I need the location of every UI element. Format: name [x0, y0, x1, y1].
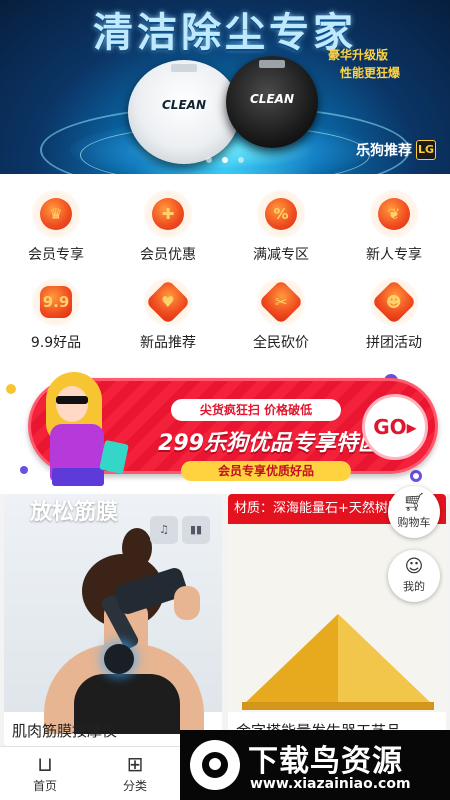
- category-label: 新人专享: [366, 247, 422, 263]
- category-label: 满减专区: [253, 247, 309, 263]
- category-grid-icon: ⊞: [126, 752, 144, 776]
- promo-small-text: 尖货疯狂扫 价格破低: [171, 399, 341, 421]
- home-bag-icon: ⊔: [37, 752, 53, 776]
- group-people-icon: ☻: [370, 278, 418, 326]
- tab-category[interactable]: ⊞ 分类: [100, 751, 170, 794]
- tab-home[interactable]: ⊔ 首页: [10, 751, 80, 794]
- category-label: 9.9好品: [30, 335, 82, 351]
- watermark: 下载鸟资源 www.xiazainiao.com: [180, 730, 450, 800]
- bargain-tag-icon: ✂: [257, 278, 305, 326]
- robot-label-white: CLEAN: [162, 98, 206, 112]
- category-item-7[interactable]: ✂ 全民砍价: [225, 270, 337, 356]
- promo-woman-illustration: [30, 372, 130, 490]
- sound-wave-icon: ♫: [150, 516, 178, 544]
- watermark-text: 下载鸟资源: [248, 744, 403, 779]
- category-label: 全民砍价: [253, 335, 309, 351]
- tab-category-label: 分类: [122, 779, 147, 793]
- banner-subtitle-1: 豪华升级版: [327, 48, 388, 62]
- cart-button[interactable]: 🛒︎ 购物车: [388, 486, 440, 538]
- banner-brand: 乐狗推荐 LG: [356, 140, 436, 160]
- gift-icon: ✚: [144, 190, 192, 238]
- brand-logo: LG: [416, 140, 436, 160]
- category-item-6[interactable]: ♥ 新品推荐: [112, 270, 224, 356]
- category-item-8[interactable]: ☻ 拼团活动: [338, 270, 450, 356]
- banner-dot-1[interactable]: [206, 157, 212, 163]
- tab-home-label: 首页: [32, 779, 57, 793]
- category-label: 会员专享: [28, 247, 84, 263]
- robot-label-black: CLEAN: [250, 92, 294, 106]
- promo-section: 尖货疯狂扫 价格破低 299乐狗优品专享特区 会员专享优质好品 GO▸: [0, 366, 450, 494]
- robot-vacuum-black-image: CLEAN: [226, 56, 318, 148]
- category-item-4[interactable]: ❦ 新人专享: [338, 182, 450, 268]
- banner-dot-2[interactable]: [222, 157, 228, 163]
- category-label: 拼团活动: [366, 335, 422, 351]
- promo-main-text: 299乐狗优品专享特区: [158, 431, 380, 456]
- price-99-icon: 9.9: [32, 278, 80, 326]
- profile-button[interactable]: ☺ 我的: [388, 550, 440, 602]
- hero-banner[interactable]: 清洁除尘专家 豪华升级版 性能更狂爆 CLEAN CLEAN 乐狗推荐 LG: [0, 0, 450, 174]
- watermark-logo: [190, 740, 240, 790]
- category-grid: ♛ 会员专享 ✚ 会员优惠% 满减专区 ❦ 新人专享 9.9 9.9好品 ♥ 新品推荐 ✂ 全民砍价 ☻ 拼…: [0, 174, 450, 366]
- category-label: 新品推荐: [140, 335, 196, 351]
- category-label: 会员优惠: [140, 247, 196, 263]
- category-item-5[interactable]: 9.9 9.9好品: [0, 270, 112, 356]
- product-card[interactable]: 放松筋膜 ♫ ▮▮ 肌肉筋膜按摩仪: [4, 494, 222, 746]
- profile-label: 我的: [403, 580, 425, 593]
- category-item-1[interactable]: ♛ 会员专享: [0, 182, 112, 268]
- banner-subtitle-2: 性能更狂爆: [339, 66, 400, 80]
- cart-icon: 🛒︎: [402, 492, 426, 513]
- banner-dot-3[interactable]: [238, 157, 244, 163]
- discount-tag-icon: %: [257, 190, 305, 238]
- cart-label: 购物车: [397, 516, 431, 529]
- user-icon: ☺: [404, 556, 424, 577]
- product-name: 肌肉筋膜按摩仪: [12, 722, 118, 740]
- category-item-3[interactable]: % 满减专区: [225, 182, 337, 268]
- level-bars-icon: ▮▮: [182, 516, 210, 544]
- category-item-2[interactable]: ✚ 会员优惠: [112, 182, 224, 268]
- product-image-massager: 放松筋膜 ♫ ▮▮: [4, 494, 222, 734]
- promo-go-button[interactable]: GO▸: [362, 394, 428, 460]
- leaf-icon: ❦: [370, 190, 418, 238]
- product-image-title: 放松筋膜: [30, 500, 119, 525]
- watermark-url: www.xiazainiao.com: [250, 776, 411, 792]
- promo-tag: 会员专享优质好品: [181, 461, 351, 481]
- heart-icon: ♥: [144, 278, 192, 326]
- crown-icon: ♛: [32, 190, 80, 238]
- brand-text: 乐狗推荐: [356, 143, 412, 159]
